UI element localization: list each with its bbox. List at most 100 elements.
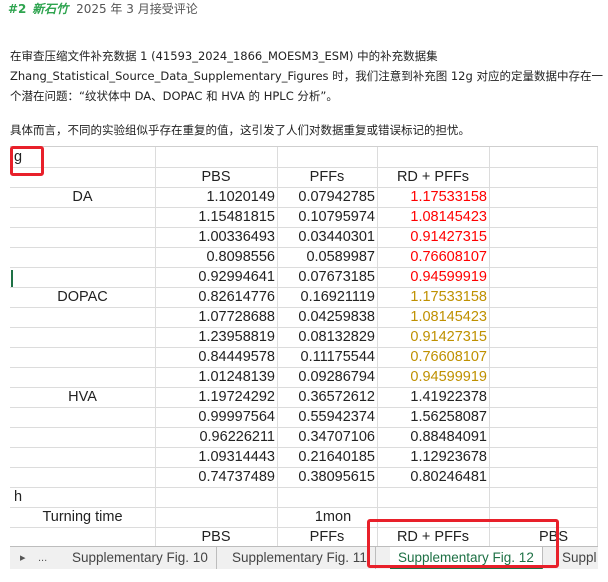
value-cell-pffs[interactable]: 0.08132829 [277, 327, 377, 347]
group-label-cell[interactable] [10, 327, 155, 347]
table-row: 0.99997564 0.55942374 1.56258087 [10, 407, 598, 428]
value-cell-pbs[interactable]: 1.07728688 [155, 307, 277, 327]
value-cell-pffs[interactable]: 0.07673185 [277, 267, 377, 287]
table-row: 0.8098556 0.0589987 0.76608107 [10, 247, 598, 268]
value-cell-rd-pffs[interactable]: 1.08145423 [377, 307, 489, 327]
turning-time-label[interactable]: Turning time [10, 507, 155, 527]
group-label-cell[interactable] [10, 207, 155, 227]
tab-scroll-right-button[interactable]: ▸ [20, 547, 26, 569]
value-cell-pbs[interactable]: 1.23958819 [155, 327, 277, 347]
group-label-cell[interactable] [10, 227, 155, 247]
comment-number: #2 [8, 2, 27, 16]
table-row: 0.84449578 0.11175544 0.76608107 [10, 347, 598, 368]
group-label-cell[interactable]: HVA [10, 387, 155, 407]
value-cell-rd-pffs[interactable]: 0.94599919 [377, 367, 489, 387]
value-cell-rd-pffs[interactable]: 0.76608107 [377, 347, 489, 367]
spreadsheet-grid[interactable]: g PBS PFFs RD + PFFs DA 1.1020149 0.079427… [10, 146, 598, 547]
value-cell-pffs[interactable]: 0.0589987 [277, 247, 377, 267]
value-cell-pffs[interactable]: 0.11175544 [277, 347, 377, 367]
value-cell-pffs[interactable]: 0.21640185 [277, 447, 377, 467]
turning-time-row: Turning time 1mon [10, 507, 598, 528]
value-cell-pffs[interactable]: 0.36572612 [277, 387, 377, 407]
value-cell-pffs[interactable]: 0.09286794 [277, 367, 377, 387]
sheet-tab-bar: ▸ ... Supplementary Fig. 10 Supplementar… [10, 546, 598, 569]
group-label-cell[interactable] [10, 247, 155, 267]
h-column-rd-pffs[interactable]: RD + PFFs [377, 527, 489, 547]
h-column-pffs[interactable]: PFFs [277, 527, 377, 547]
group-label-cell[interactable] [10, 307, 155, 327]
paragraph-line-1: 在审查压缩文件补充数据 1 (41593_2024_1866_MOESM3_ES… [10, 49, 438, 63]
sheet-row-h: h [10, 487, 598, 508]
table-row: HVA 1.19724292 0.36572612 1.41922378 [10, 387, 598, 408]
group-label-cell[interactable] [10, 467, 155, 487]
tab-supplementary-fig-11[interactable]: Supplementary Fig. 11 [224, 547, 376, 569]
paragraph-line-2: Zhang_Statistical_Source_Data_Supplement… [10, 69, 603, 83]
value-cell-pbs[interactable]: 0.82614776 [155, 287, 277, 307]
value-cell-pbs[interactable]: 1.09314443 [155, 447, 277, 467]
value-cell-pffs[interactable]: 0.34707106 [277, 427, 377, 447]
value-cell-pffs[interactable]: 0.03440301 [277, 227, 377, 247]
value-cell-rd-pffs[interactable]: 1.08145423 [377, 207, 489, 227]
value-cell-rd-pffs[interactable]: 0.76608107 [377, 247, 489, 267]
table-row: 1.07728688 0.04259838 1.08145423 [10, 307, 598, 328]
value-cell-pffs[interactable]: 0.55942374 [277, 407, 377, 427]
section-label-g[interactable]: g [14, 147, 22, 167]
value-cell-pbs[interactable]: 0.96226211 [155, 427, 277, 447]
value-cell-rd-pffs[interactable]: 1.41922378 [377, 387, 489, 407]
value-cell-rd-pffs[interactable]: 1.56258087 [377, 407, 489, 427]
column-header-pbs[interactable]: PBS [155, 167, 277, 187]
value-cell-rd-pffs[interactable]: 0.80246481 [377, 467, 489, 487]
value-cell-pbs[interactable]: 1.00336493 [155, 227, 277, 247]
sheet-header-row: PBS PFFs RD + PFFs [10, 167, 598, 188]
section-label-h[interactable]: h [14, 487, 22, 507]
turning-time-value[interactable]: 1mon [277, 507, 389, 527]
tab-supplementary-fig-10[interactable]: Supplementary Fig. 10 [64, 547, 217, 569]
value-cell-pbs[interactable]: 0.74737489 [155, 467, 277, 487]
value-cell-pbs[interactable]: 1.01248139 [155, 367, 277, 387]
group-label-cell[interactable] [10, 407, 155, 427]
value-cell-rd-pffs[interactable]: 1.12923678 [377, 447, 489, 467]
table-row: 1.15481815 0.10795974 1.08145423 [10, 207, 598, 228]
value-cell-pbs[interactable]: 1.15481815 [155, 207, 277, 227]
value-cell-rd-pffs[interactable]: 0.94599919 [377, 267, 489, 287]
value-cell-pbs[interactable]: 0.84449578 [155, 347, 277, 367]
value-cell-pffs[interactable]: 0.04259838 [277, 307, 377, 327]
comment-header: #2 新石竹 2025 年 3 月接受评论 [8, 1, 198, 17]
value-cell-rd-pffs[interactable]: 1.17533158 [377, 287, 489, 307]
value-cell-pbs[interactable]: 0.8098556 [155, 247, 277, 267]
h-column-pbs[interactable]: PBS [155, 527, 277, 547]
tab-more-button[interactable]: ... [38, 547, 47, 569]
comment-author[interactable]: 新石竹 [32, 2, 68, 16]
value-cell-pffs[interactable]: 0.38095615 [277, 467, 377, 487]
group-label-cell[interactable]: DA [10, 187, 155, 207]
group-label-cell[interactable] [10, 367, 155, 387]
h-column-pbs-2[interactable]: PBS [489, 527, 598, 547]
column-header-rd-pffs[interactable]: RD + PFFs [377, 167, 489, 187]
table-row: 1.09314443 0.21640185 1.12923678 [10, 447, 598, 468]
value-cell-pffs[interactable]: 0.07942785 [277, 187, 377, 207]
value-cell-pffs[interactable]: 0.16921119 [277, 287, 377, 307]
paragraph-line-3: 个潜在问题：“纹状体中 DA、DOPAC 和 HVA 的 HPLC 分析”。 [10, 89, 338, 103]
table-row: 1.00336493 0.03440301 0.91427315 [10, 227, 598, 248]
group-label-cell[interactable] [10, 267, 155, 287]
group-label-cell[interactable] [10, 447, 155, 467]
tab-supplementary-fig-13[interactable]: Suppl [554, 547, 605, 569]
value-cell-pbs[interactable]: 0.99997564 [155, 407, 277, 427]
value-cell-pbs[interactable]: 0.92994641 [155, 267, 277, 287]
value-cell-rd-pffs[interactable]: 1.17533158 [377, 187, 489, 207]
value-cell-rd-pffs[interactable]: 0.88484091 [377, 427, 489, 447]
value-cell-rd-pffs[interactable]: 0.91427315 [377, 327, 489, 347]
tab-supplementary-fig-12[interactable]: Supplementary Fig. 12 [390, 547, 543, 569]
table-row: 0.92994641 0.07673185 0.94599919 [10, 267, 598, 288]
column-header-pffs[interactable]: PFFs [277, 167, 377, 187]
group-label-cell[interactable] [10, 347, 155, 367]
sheet-row-g: g [10, 147, 598, 168]
group-label-cell[interactable]: DOPAC [10, 287, 155, 307]
value-cell-pbs[interactable]: 1.1020149 [155, 187, 277, 207]
table-row: DA 1.1020149 0.07942785 1.17533158 [10, 187, 598, 208]
group-label-cell[interactable] [10, 427, 155, 447]
paragraph-line-4: 具体而言，不同的实验组似乎存在重复的值，这引发了人们对数据重复或错误标记的担忧。 [10, 123, 470, 137]
value-cell-pffs[interactable]: 0.10795974 [277, 207, 377, 227]
value-cell-rd-pffs[interactable]: 0.91427315 [377, 227, 489, 247]
value-cell-pbs[interactable]: 1.19724292 [155, 387, 277, 407]
